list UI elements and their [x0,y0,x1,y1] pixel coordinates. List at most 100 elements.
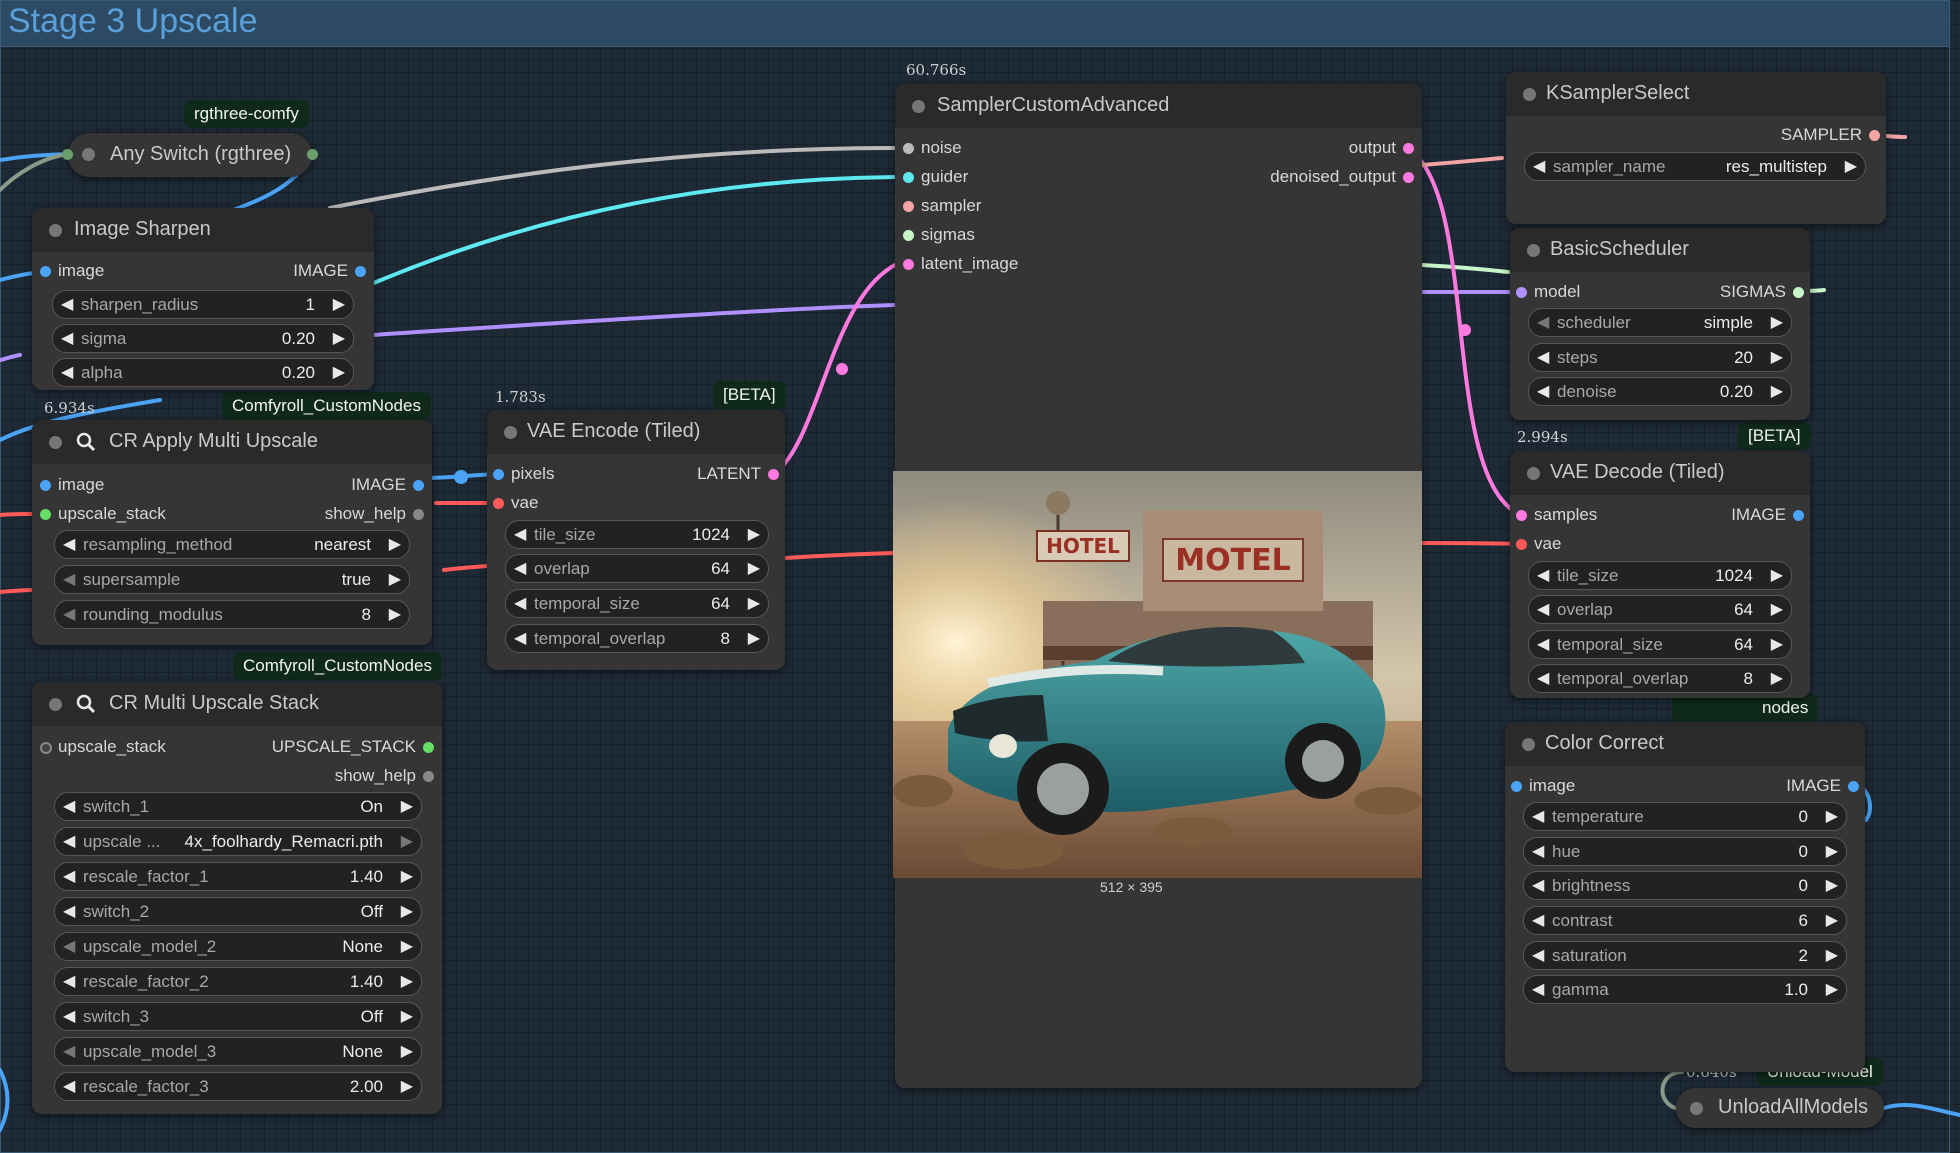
output-port[interactable] [355,266,366,277]
increment-icon[interactable]: ▶ [1771,599,1783,619]
widget-sharpen-radius[interactable]: ◀ sharpen_radius 1 ▶ [52,290,354,319]
widget-tile-size[interactable]: ◀ tile_size 1024 ▶ [505,520,769,549]
widget-rescale-factor-2[interactable]: ◀ rescale_factor_2 1.40 ▶ [54,967,422,996]
increment-icon[interactable]: ▶ [333,328,345,348]
decrement-icon[interactable]: ◀ [63,936,75,956]
decrement-icon[interactable]: ◀ [1532,979,1544,999]
input-slot-image[interactable]: image [40,261,104,281]
output-slot-latent[interactable]: LATENT [697,464,779,484]
output-slot-sampler[interactable]: SAMPLER [1781,125,1880,145]
node-unload-all-models[interactable]: UnloadAllModels [1676,1088,1884,1128]
output-port[interactable] [423,742,434,753]
increment-icon[interactable]: ▶ [401,866,413,886]
node-titlebar[interactable]: SamplerCustomAdvanced [895,84,1422,128]
any-switch-out-port[interactable] [307,149,318,160]
widget-brightness[interactable]: ◀ brightness 0 ▶ [1523,871,1847,900]
node-image-sharpen[interactable]: Image Sharpen image IMAGE ◀ sharpen_radi… [32,208,374,390]
decrement-icon[interactable]: ◀ [61,362,73,382]
input-slot-noise[interactable]: noise [903,138,962,158]
widget-upscale-model-2[interactable]: ◀ upscale_model_2 None ▶ [54,932,422,961]
output-port[interactable] [423,771,434,782]
collapse-dot[interactable] [82,148,95,161]
widget-switch-2[interactable]: ◀ switch_2 Off ▶ [54,897,422,926]
node-titlebar[interactable]: KSamplerSelect [1506,72,1886,116]
decrement-icon[interactable]: ◀ [1537,634,1549,654]
increment-icon[interactable]: ▶ [1771,668,1783,688]
increment-icon[interactable]: ▶ [1771,381,1783,401]
input-port[interactable] [903,143,914,154]
node-titlebar[interactable]: VAE Encode (Tiled) [487,410,785,454]
decrement-icon[interactable]: ◀ [514,628,526,648]
input-port[interactable] [903,230,914,241]
node-titlebar[interactable]: Color Correct [1505,722,1865,766]
widget-temporal-overlap[interactable]: ◀ temporal_overlap 8 ▶ [505,624,769,653]
decrement-icon[interactable]: ◀ [1532,841,1544,861]
increment-icon[interactable]: ▶ [1826,979,1838,999]
output-slot-show-help[interactable]: show_help [325,504,424,524]
decrement-icon[interactable]: ◀ [1532,806,1544,826]
increment-icon[interactable]: ▶ [401,971,413,991]
node-titlebar[interactable]: CR Apply Multi Upscale [32,420,432,464]
input-port[interactable] [40,742,52,754]
input-port[interactable] [40,480,51,491]
increment-icon[interactable]: ▶ [333,362,345,382]
output-slot-show-help[interactable]: show_help [335,766,434,786]
decrement-icon[interactable]: ◀ [63,604,75,624]
input-slot-samples[interactable]: samples [1516,505,1597,525]
increment-icon[interactable]: ▶ [1845,156,1857,176]
node-color-correct[interactable]: Color Correct image IMAGE ◀ temperature … [1505,722,1865,1072]
increment-icon[interactable]: ▶ [389,569,401,589]
increment-icon[interactable]: ▶ [1771,565,1783,585]
input-slot-pixels[interactable]: pixels [493,464,554,484]
node-cr-multi-upscale-stack[interactable]: CR Multi Upscale Stack upscale_stack UPS… [32,682,442,1114]
widget-alpha[interactable]: ◀ alpha 0.20 ▶ [52,358,354,387]
decrement-icon[interactable]: ◀ [1537,312,1549,332]
decrement-icon[interactable]: ◀ [514,593,526,613]
output-port[interactable] [413,509,424,520]
increment-icon[interactable]: ▶ [748,593,760,613]
decrement-icon[interactable]: ◀ [1532,910,1544,930]
increment-icon[interactable]: ▶ [1771,312,1783,332]
node-titlebar[interactable]: CR Multi Upscale Stack [32,682,442,726]
decrement-icon[interactable]: ◀ [61,294,73,314]
input-port[interactable] [40,509,51,520]
input-port[interactable] [493,469,504,480]
node-any-switch[interactable]: Any Switch (rgthree) [68,133,312,177]
decrement-icon[interactable]: ◀ [1532,875,1544,895]
input-slot-latent-image[interactable]: latent_image [903,254,1018,274]
node-cr-apply-multi-upscale[interactable]: CR Apply Multi Upscale image IMAGE upsca… [32,420,432,645]
increment-icon[interactable]: ▶ [1771,634,1783,654]
collapse-dot[interactable] [1690,1102,1703,1115]
decrement-icon[interactable]: ◀ [63,971,75,991]
widget-steps[interactable]: ◀ steps 20 ▶ [1528,343,1792,372]
increment-icon[interactable]: ▶ [1826,806,1838,826]
increment-icon[interactable]: ▶ [401,936,413,956]
widget-overlap[interactable]: ◀ overlap 64 ▶ [1528,595,1792,624]
output-port[interactable] [1793,287,1804,298]
widget-sigma[interactable]: ◀ sigma 0.20 ▶ [52,324,354,353]
output-port[interactable] [1869,130,1880,141]
input-slot-sigmas[interactable]: sigmas [903,225,975,245]
input-port[interactable] [493,498,504,509]
widget-temporal-size[interactable]: ◀ temporal_size 64 ▶ [505,589,769,618]
input-slot-upscale-stack[interactable]: upscale_stack [40,737,166,757]
widget-switch-1[interactable]: ◀ switch_1 On ▶ [54,792,422,821]
decrement-icon[interactable]: ◀ [63,796,75,816]
collapse-dot[interactable] [1527,244,1540,257]
widget-temporal-size[interactable]: ◀ temporal_size 64 ▶ [1528,630,1792,659]
input-port[interactable] [1516,539,1527,550]
output-port[interactable] [768,469,779,480]
decrement-icon[interactable]: ◀ [1537,347,1549,367]
widget-resampling-method[interactable]: ◀ resampling_method nearest ▶ [54,530,410,559]
input-slot-vae[interactable]: vae [1516,534,1561,554]
collapse-dot[interactable] [49,698,62,711]
collapse-dot[interactable] [912,100,925,113]
input-slot-model[interactable]: model [1516,282,1580,302]
increment-icon[interactable]: ▶ [748,628,760,648]
increment-icon[interactable]: ▶ [401,1076,413,1096]
decrement-icon[interactable]: ◀ [63,1076,75,1096]
widget-rescale-factor-3[interactable]: ◀ rescale_factor_3 2.00 ▶ [54,1072,422,1101]
widget-overlap[interactable]: ◀ overlap 64 ▶ [505,554,769,583]
widget-supersample[interactable]: ◀ supersample true ▶ [54,565,410,594]
widget-temperature[interactable]: ◀ temperature 0 ▶ [1523,802,1847,831]
